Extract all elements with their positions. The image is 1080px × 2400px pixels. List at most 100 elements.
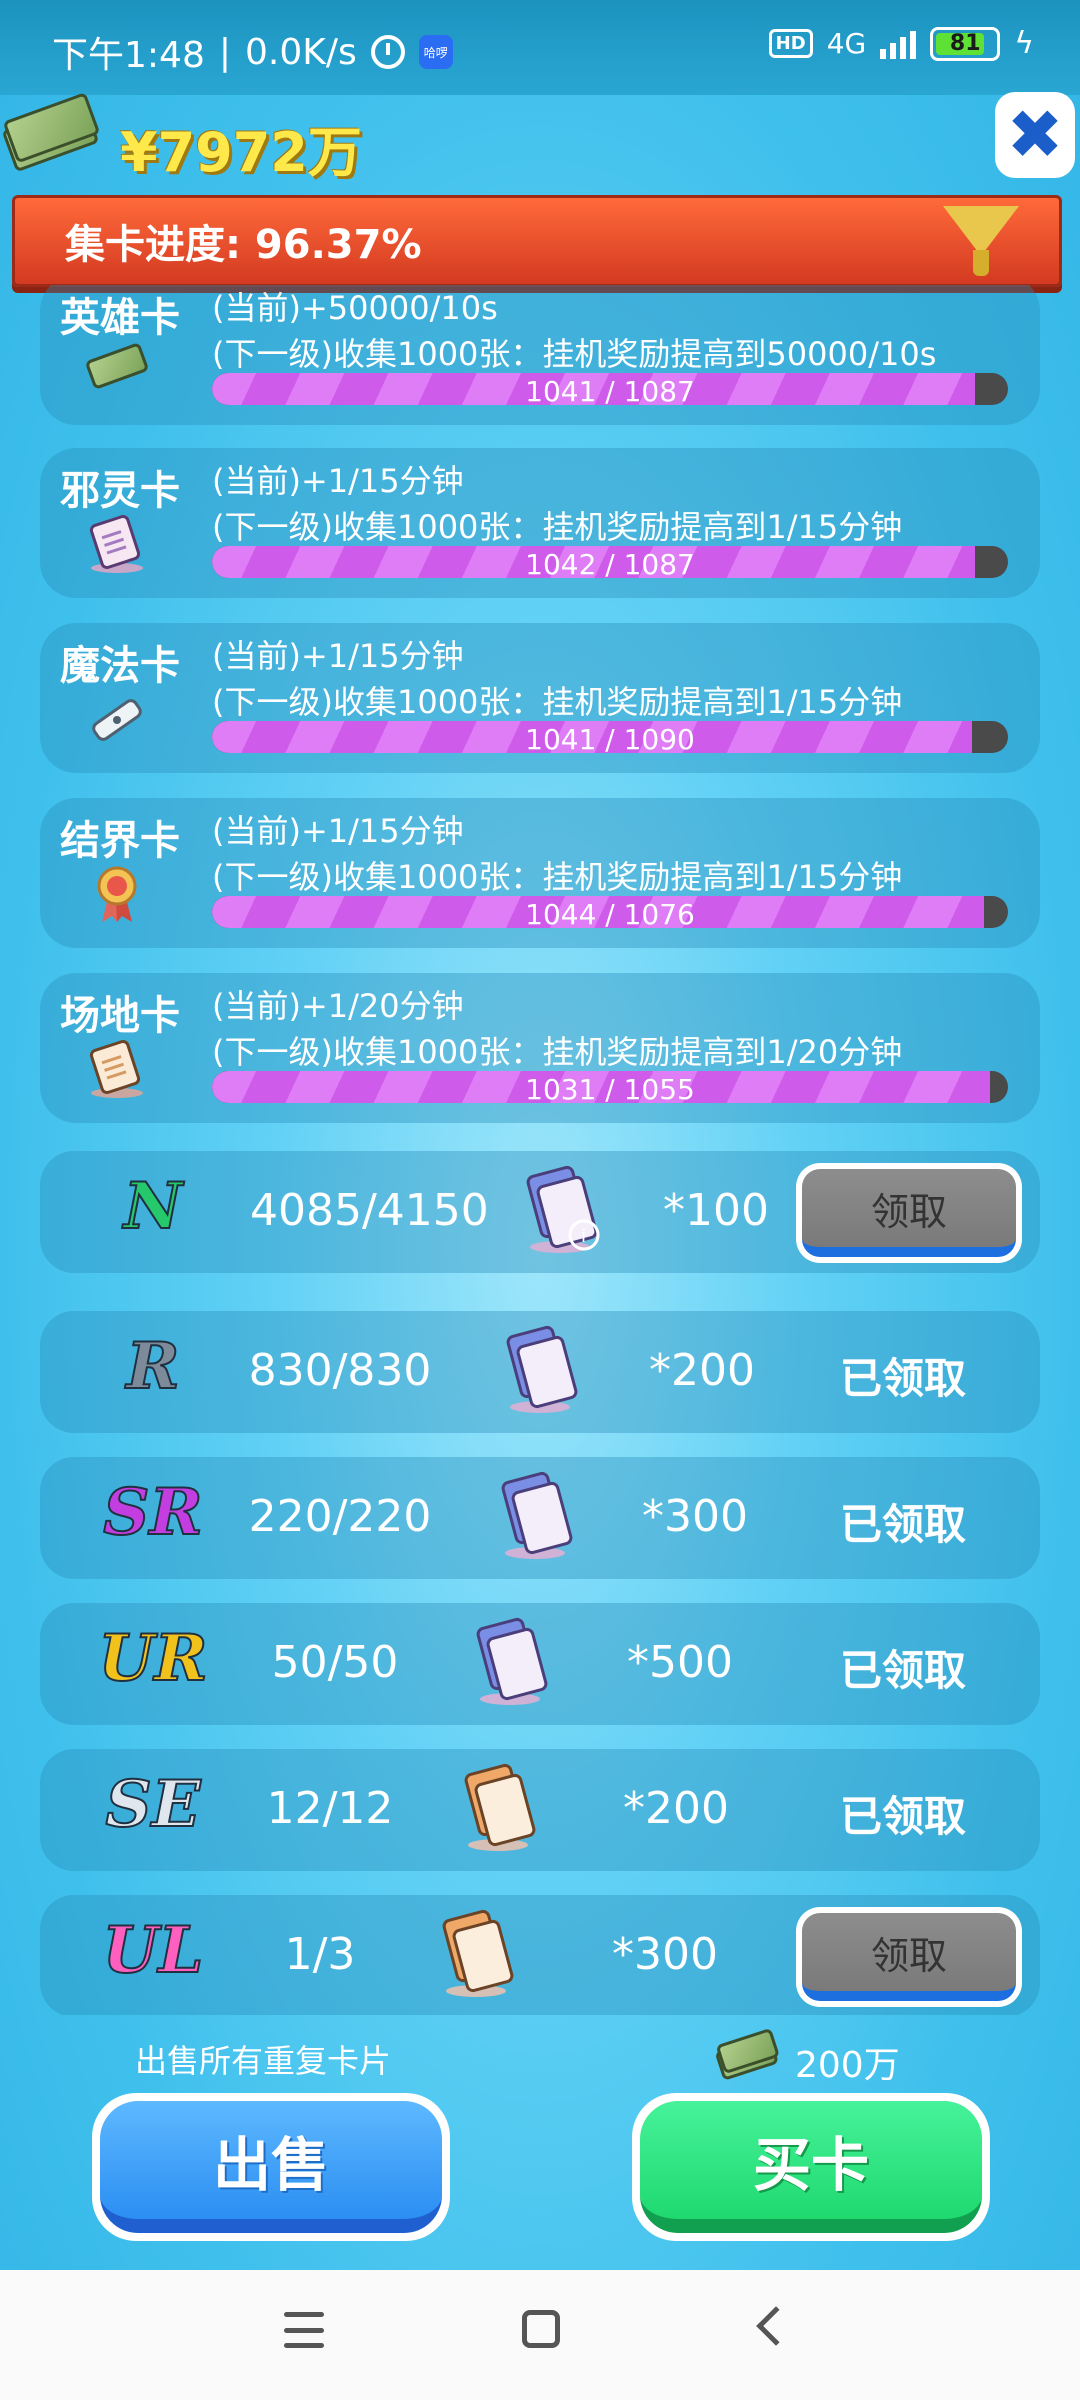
back-icon[interactable]: [756, 2306, 796, 2346]
money-icon: [82, 341, 152, 401]
reward-amount: *200: [649, 1345, 755, 1396]
rarity-badge: SR: [102, 1474, 203, 1551]
collected-count: 4085/4150: [250, 1185, 489, 1236]
card-progress-bar: 1042 / 1087: [212, 546, 1008, 578]
network-type: 4G: [826, 27, 867, 60]
reward-amount: *300: [612, 1929, 718, 1980]
status-bar: 下午1:48 | 0.0K/s 哈啰 HD 4G 81 ϟ: [0, 0, 1080, 95]
reward-row-ul: UL 1/3 *300 领取: [40, 1895, 1040, 2015]
claimed-label: 已领取: [840, 1792, 967, 1841]
battery-level: 81: [949, 31, 981, 56]
medal-icon: [97, 866, 137, 922]
card-row-barrier: 结界卡 (当前)+1/15分钟 (下一级)收集1000张：挂机奖励提高到1/15…: [40, 798, 1040, 948]
buy-card-button[interactable]: 买卡: [632, 2093, 990, 2241]
rarity-badge: UR: [98, 1620, 209, 1697]
card-name: 邪灵卡: [60, 468, 180, 514]
money-balance: ¥7972万: [120, 121, 362, 184]
sell-duplicates-caption: 出售所有重复卡片: [135, 2042, 392, 2080]
current-bonus: (当前)+1/15分钟: [212, 637, 464, 675]
card-price: 200万: [795, 2045, 900, 2086]
signal-icon: [880, 29, 917, 59]
collected-count: 50/50: [271, 1637, 399, 1688]
current-bonus: (当前)+50000/10s: [212, 289, 498, 327]
ticket-icon: [464, 1763, 536, 1851]
ticket-icon: [501, 1471, 573, 1559]
collection-progress-label: 集卡进度: 96.37%: [65, 222, 422, 268]
reward-row-sr: SR 220/220 *300 已领取: [40, 1457, 1040, 1579]
clock: 下午1:48: [52, 35, 205, 76]
collected-count: 1/3: [284, 1929, 356, 1980]
rarity-badge: R: [125, 1328, 180, 1405]
ticket-icon: i: [526, 1165, 600, 1253]
current-bonus: (当前)+1/20分钟: [212, 987, 464, 1025]
card-collection-list[interactable]: 英雄卡 (当前)+50000/10s (下一级)收集1000张：挂机奖励提高到5…: [0, 285, 1080, 2015]
rarity-badge: UL: [102, 1912, 205, 1989]
money-icon: [0, 86, 107, 183]
collected-count: 220/220: [248, 1491, 432, 1542]
card-name: 英雄卡: [60, 295, 180, 341]
close-icon: ✖: [1006, 95, 1064, 175]
reward-amount: *300: [642, 1491, 748, 1542]
home-icon[interactable]: [522, 2310, 560, 2348]
next-level-bonus: (下一级)收集1000张：挂机奖励提高到1/20分钟: [212, 1033, 903, 1071]
rarity-badge: SE: [105, 1766, 202, 1843]
reward-amount: *200: [623, 1783, 729, 1834]
network-speed: 0.0K/s: [244, 31, 357, 73]
card-name: 场地卡: [60, 993, 180, 1039]
filter-icon[interactable]: [943, 206, 1019, 256]
card-progress-bar: 1041 / 1090: [212, 721, 1008, 753]
reward-amount: *100: [663, 1185, 769, 1236]
card-row-evil: 邪灵卡 (当前)+1/15分钟 (下一级)收集1000张：挂机奖励提高到1/15…: [40, 448, 1040, 598]
ticket-icon: [506, 1325, 578, 1413]
card-progress-text: 1041 / 1090: [525, 723, 695, 753]
collection-progress-banner: 集卡进度: 96.37%: [12, 195, 1062, 287]
card-progress-bar: 1041 / 1087: [212, 373, 1008, 405]
ticket-icon: [89, 1040, 143, 1098]
hd-icon: HD: [768, 29, 813, 58]
game-screen: 下午1:48 | 0.0K/s 哈啰 HD 4G 81 ϟ ¥7972万 ✖ 集…: [0, 0, 1080, 2270]
close-button[interactable]: ✖: [995, 92, 1075, 178]
rarity-badge: N: [123, 1168, 184, 1245]
ticket-icon: [89, 515, 143, 573]
card-row-field: 场地卡 (当前)+1/20分钟 (下一级)收集1000张：挂机奖励提高到1/20…: [40, 973, 1040, 1123]
svg-text:i: i: [581, 1226, 586, 1247]
claimed-label: 已领取: [840, 1354, 967, 1403]
navigation-bar: [0, 2270, 1080, 2400]
money-icon: [712, 2026, 786, 2091]
next-level-bonus: (下一级)收集1000张：挂机奖励提高到1/15分钟: [212, 858, 903, 896]
reward-amount: *500: [627, 1637, 733, 1688]
next-level-bonus: (下一级)收集1000张：挂机奖励提高到50000/10s: [212, 335, 937, 373]
ticket-icon: [442, 1909, 514, 1997]
current-bonus: (当前)+1/15分钟: [212, 462, 464, 500]
collected-count: 830/830: [248, 1345, 432, 1396]
card-progress-bar: 1031 / 1055: [212, 1071, 1008, 1103]
reward-row-r: R 830/830 *200 已领取: [40, 1311, 1040, 1433]
card-progress-bar: 1044 / 1076: [212, 896, 1008, 928]
claimed-label: 已领取: [840, 1646, 967, 1695]
card-progress-text: 1041 / 1087: [525, 375, 695, 405]
reward-row-se: SE 12/12 *200 已领取: [40, 1749, 1040, 1871]
card-row-hero: 英雄卡 (当前)+50000/10s (下一级)收集1000张：挂机奖励提高到5…: [40, 285, 1040, 425]
card-progress-text: 1044 / 1076: [525, 898, 695, 928]
card-name: 魔法卡: [60, 643, 180, 689]
app-notification-icon: 哈啰: [418, 35, 453, 69]
charging-icon: ϟ: [1014, 26, 1034, 61]
claim-button[interactable]: 领取: [796, 1163, 1022, 1263]
card-progress-text: 1031 / 1055: [525, 1073, 695, 1103]
claimed-label: 已领取: [840, 1500, 967, 1549]
reward-row-n: N 4085/4150 i *100 领取: [40, 1151, 1040, 1273]
battery-icon: 81: [930, 26, 1001, 61]
alarm-icon: [370, 35, 405, 69]
menu-icon[interactable]: [284, 2312, 324, 2348]
card-row-magic: 魔法卡 (当前)+1/15分钟 (下一级)收集1000张：挂机奖励提高到1/15…: [40, 623, 1040, 773]
card-name: 结界卡: [60, 818, 180, 864]
claim-button[interactable]: 领取: [796, 1907, 1022, 2007]
collected-count: 12/12: [266, 1783, 394, 1834]
sell-button[interactable]: 出售: [92, 2093, 450, 2241]
next-level-bonus: (下一级)收集1000张：挂机奖励提高到1/15分钟: [212, 508, 903, 546]
scroll-icon: [92, 699, 142, 741]
reward-row-ur: UR 50/50 *500 已领取: [40, 1603, 1040, 1725]
current-bonus: (当前)+1/15分钟: [212, 812, 464, 850]
ticket-icon: [476, 1617, 548, 1705]
next-level-bonus: (下一级)收集1000张：挂机奖励提高到1/15分钟: [212, 683, 903, 721]
